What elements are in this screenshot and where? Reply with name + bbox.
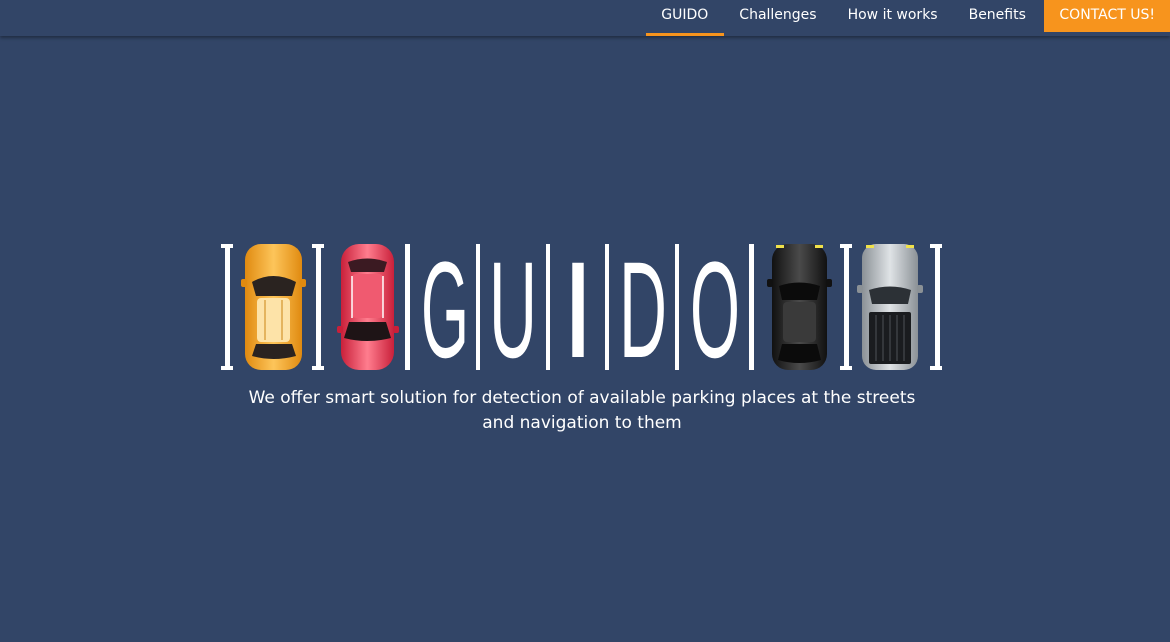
red-car-icon — [337, 244, 399, 370]
silver-pickup-icon — [857, 244, 923, 370]
logo-letter-i: I — [561, 234, 595, 387]
logo-letter-u: U — [489, 234, 537, 387]
logo-letter-o: O — [690, 234, 740, 387]
top-navbar: GUIDO Challenges How it works Benefits C… — [0, 0, 1170, 36]
nav-item-benefits[interactable]: Benefits — [953, 0, 1041, 36]
guido-parking-logo: G U I D O — [221, 234, 942, 387]
nav-menu: GUIDO Challenges How it works Benefits C… — [645, 0, 1170, 36]
nav-item-how-it-works[interactable]: How it works — [832, 0, 953, 36]
black-car-icon — [767, 244, 832, 370]
logo-letter-d: D — [619, 234, 667, 387]
contact-us-button[interactable]: CONTACT US! — [1044, 0, 1170, 32]
logo-letter-g: G — [421, 234, 469, 387]
orange-car-icon — [241, 244, 306, 370]
nav-item-guido[interactable]: GUIDO — [645, 0, 724, 36]
hero-tagline: We offer smart solution for detection of… — [248, 388, 916, 433]
nav-item-challenges[interactable]: Challenges — [724, 0, 832, 36]
